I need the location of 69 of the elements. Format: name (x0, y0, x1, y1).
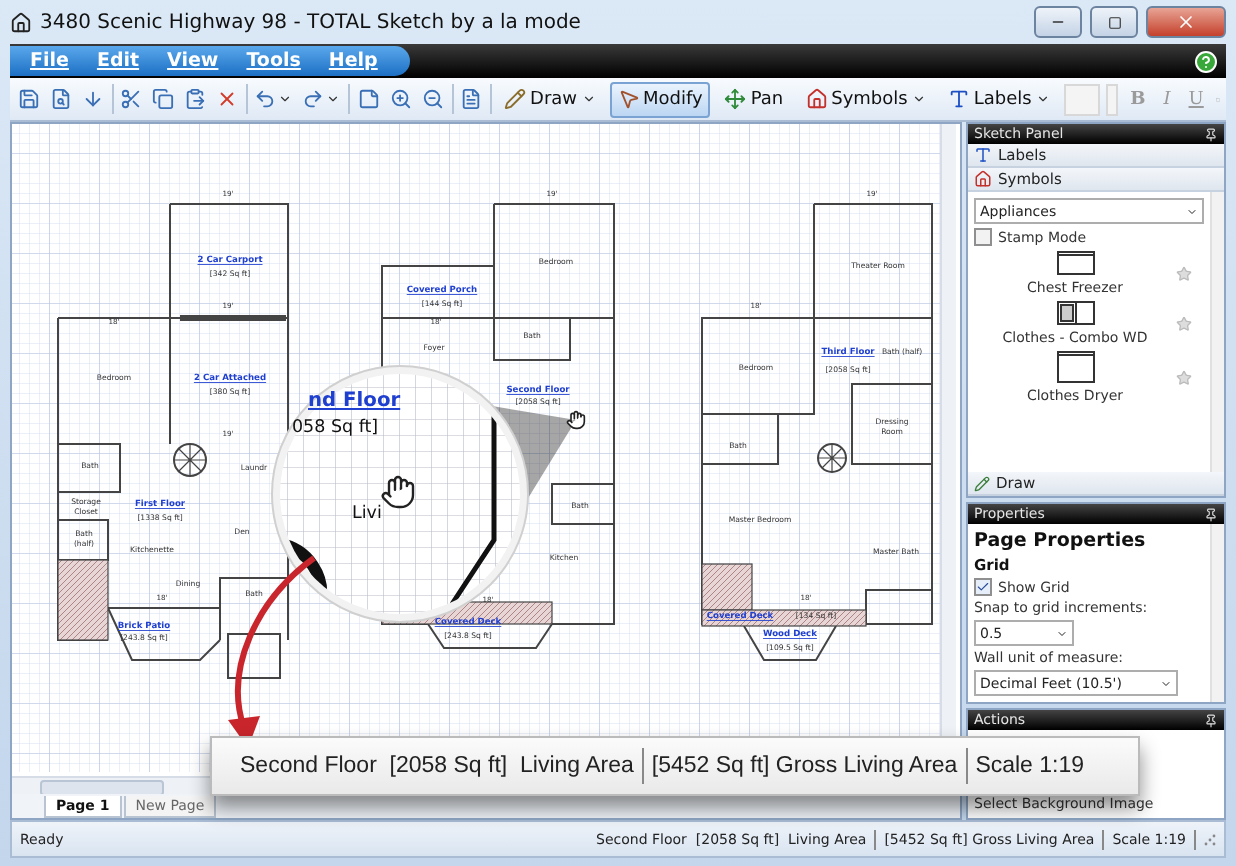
caret-icon (911, 92, 926, 106)
maximize-icon (1107, 15, 1121, 29)
undo-icon (254, 88, 277, 110)
star-icon[interactable] (1176, 265, 1192, 281)
redo-icon (302, 88, 325, 110)
letter-icon (947, 88, 970, 110)
pencil-icon (504, 88, 527, 110)
callout-text: [5452 Sq ft] Gross Living Area (651, 754, 958, 778)
window-title: 3480 Scenic Highway 98 - TOTAL Sketch by a la mode (40, 11, 583, 33)
pencil-icon (974, 475, 990, 491)
callout-text: Scale 1:19 (975, 754, 1085, 778)
letter-icon (974, 146, 992, 164)
tool-button[interactable]: Modify (609, 81, 711, 117)
scrollbar[interactable] (1210, 524, 1224, 702)
area-name-label: nd Floor (308, 390, 401, 412)
caret-icon (581, 92, 596, 106)
cut-icon (120, 88, 143, 110)
move-icon (724, 88, 747, 110)
callout-text: Second Floor [2058 Sq ft] Living Area (240, 754, 634, 778)
close-button[interactable] (1146, 6, 1226, 38)
maximize-button[interactable] (1090, 6, 1138, 38)
hand-pointer-icon (567, 411, 585, 429)
room-label: Livi (352, 504, 382, 524)
star-icon[interactable] (1176, 369, 1192, 385)
tool-button[interactable]: Labels (939, 81, 1058, 117)
house-icon (974, 170, 992, 188)
menu-item[interactable]: View (167, 50, 219, 72)
zoom-out-icon (421, 88, 444, 110)
minimize-button[interactable] (1034, 6, 1082, 38)
tool-button[interactable]: Symbols (797, 81, 934, 117)
freezer-symbol-icon (1055, 250, 1095, 276)
pointer-icon (617, 88, 640, 110)
page-icon (459, 88, 482, 110)
washer-dryer-symbol-icon (1055, 300, 1095, 326)
copy-icon (152, 88, 175, 110)
checkbox[interactable] (974, 228, 992, 246)
pin-icon[interactable] (1204, 507, 1218, 521)
paste-icon (184, 88, 207, 110)
caret-icon (1186, 205, 1198, 217)
caret-icon (1160, 677, 1172, 689)
zoom-in-icon (389, 88, 412, 110)
delete-icon (216, 88, 239, 110)
menu-item[interactable]: Help (328, 50, 378, 72)
app-house-icon (10, 11, 32, 33)
resize-grip-icon (1204, 833, 1216, 845)
pin-icon[interactable] (1204, 127, 1218, 141)
note-icon (357, 88, 380, 110)
arrow-down-icon (82, 88, 104, 110)
checkbox[interactable] (974, 578, 992, 596)
hatched-patio (57, 559, 109, 641)
hand-pointer-icon (382, 477, 413, 507)
preview-icon (50, 88, 72, 110)
caret-icon (1056, 627, 1068, 639)
caret-icon (278, 92, 293, 106)
help-icon[interactable] (1194, 49, 1218, 73)
caret-icon (326, 92, 341, 106)
dryer-symbol-icon (1055, 350, 1095, 384)
close-icon (1176, 12, 1196, 32)
scrollbar[interactable] (1210, 192, 1224, 472)
tool-button[interactable]: Pan (716, 81, 792, 117)
menu-item[interactable]: Tools (246, 50, 301, 72)
properties-heading: Page Properties (974, 530, 1148, 552)
caret-icon (1035, 92, 1050, 106)
star-icon[interactable] (1176, 315, 1192, 331)
house-icon (805, 88, 828, 110)
pin-icon[interactable] (1204, 713, 1218, 727)
save-icon (18, 88, 40, 110)
tool-button[interactable]: Draw (496, 81, 604, 117)
area-size-label: 058 Sq ft] (292, 418, 379, 438)
